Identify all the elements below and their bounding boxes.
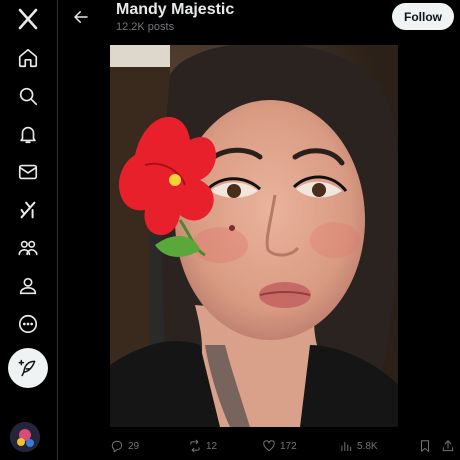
- repost-icon: [190, 439, 200, 453]
- home-icon[interactable]: [9, 39, 47, 77]
- views-button[interactable]: 5.8K: [339, 436, 378, 456]
- reply-button[interactable]: 29: [110, 436, 139, 456]
- like-count: 172: [280, 440, 297, 452]
- left-nav-rail: [0, 0, 58, 460]
- like-button[interactable]: 172: [262, 436, 297, 456]
- compose-post-button[interactable]: [8, 348, 48, 388]
- x-logo-icon[interactable]: [9, 0, 47, 38]
- arrow-left-icon: [74, 11, 88, 23]
- reply-icon: [111, 440, 123, 453]
- share-button[interactable]: [441, 436, 455, 456]
- reply-count: 29: [128, 440, 140, 452]
- back-button[interactable]: [68, 4, 94, 30]
- more-icon[interactable]: [9, 305, 47, 343]
- mail-icon[interactable]: [9, 153, 47, 191]
- search-icon[interactable]: [9, 77, 47, 115]
- post-action-bar: 29 12 172 5.8K: [0, 436, 460, 456]
- repost-count: 12: [206, 440, 218, 452]
- profile-icon[interactable]: [9, 267, 47, 305]
- repost-button[interactable]: 12: [188, 436, 217, 456]
- heart-icon: [263, 440, 275, 452]
- profile-name: Mandy Majestic: [116, 1, 235, 18]
- views-chart-icon: [341, 442, 352, 452]
- follow-button[interactable]: Follow: [392, 3, 454, 30]
- communities-icon[interactable]: [9, 229, 47, 267]
- grok-icon[interactable]: [9, 191, 47, 229]
- portrait-photo: [110, 45, 398, 427]
- view-count: 5.8K: [357, 440, 378, 452]
- post-media-image[interactable]: [110, 45, 398, 427]
- bell-icon[interactable]: [9, 115, 47, 153]
- feather-plus-icon: [18, 359, 36, 377]
- share-icon: [442, 440, 454, 452]
- bookmark-button[interactable]: [418, 436, 432, 456]
- post-count: 12.2K posts: [116, 21, 175, 33]
- bookmark-icon: [421, 440, 429, 452]
